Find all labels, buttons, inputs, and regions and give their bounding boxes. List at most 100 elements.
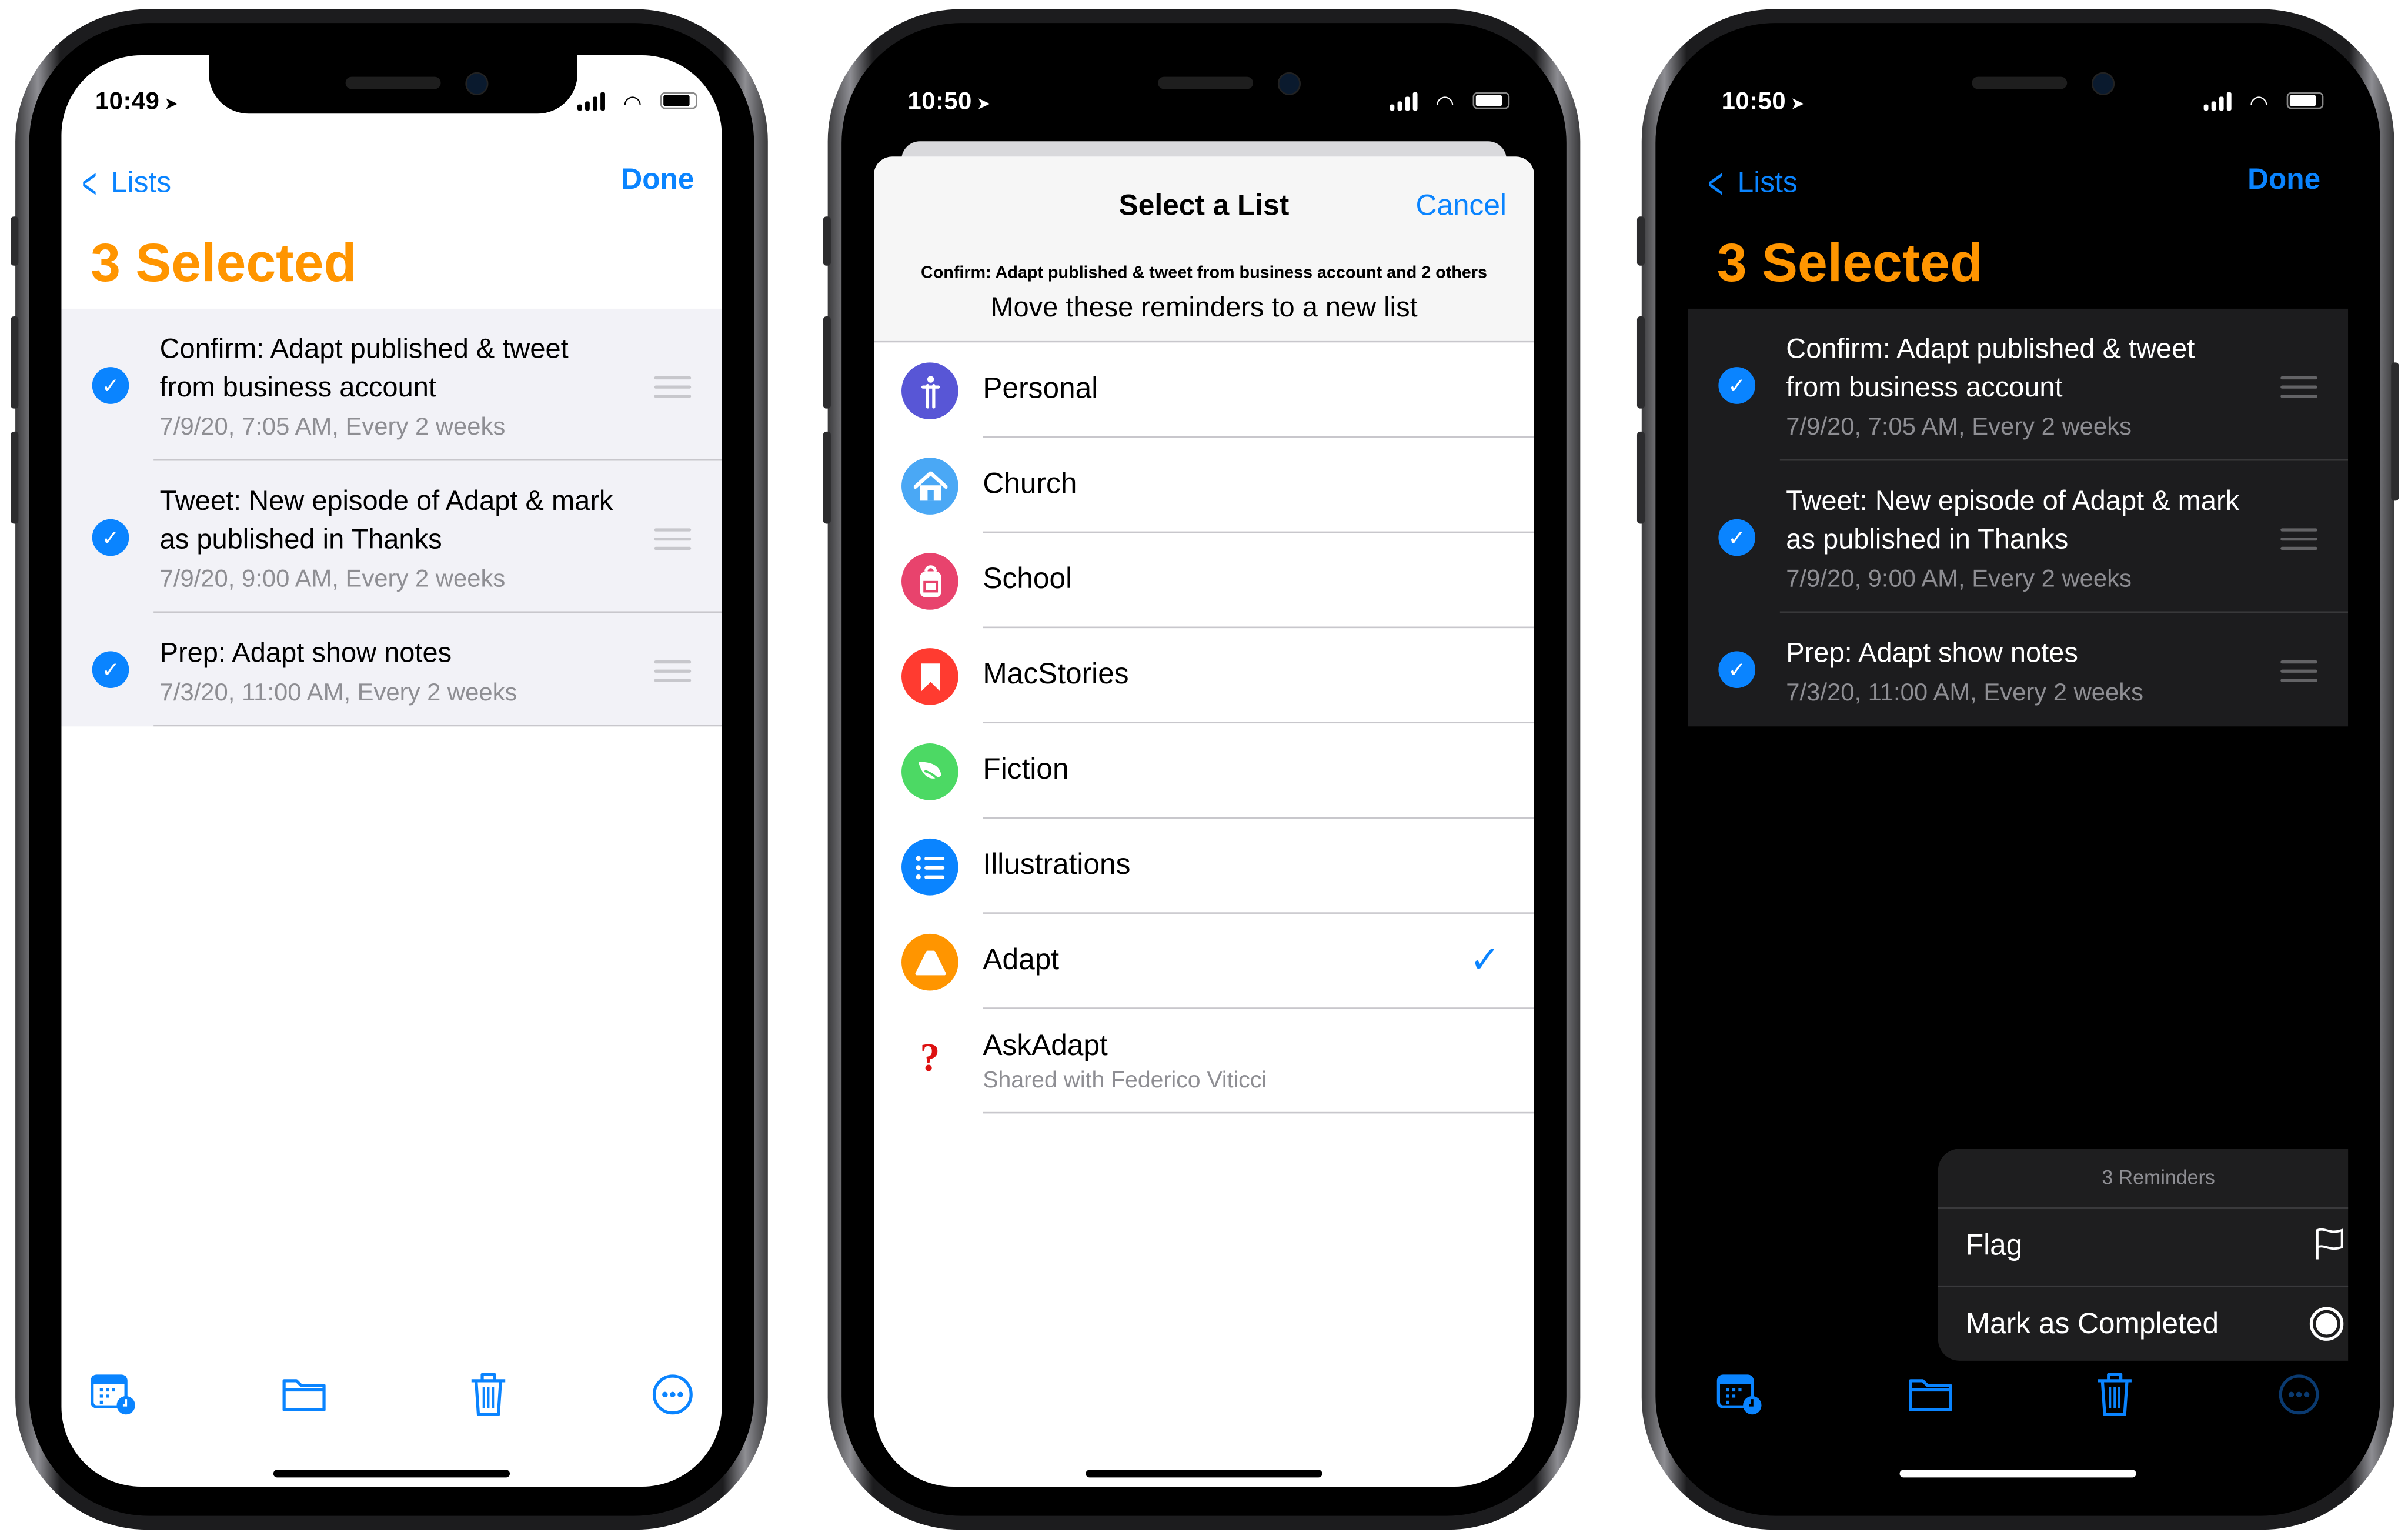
- drag-handle-icon[interactable]: [654, 376, 692, 404]
- mute-switch: [11, 216, 19, 266]
- list-item-school[interactable]: School: [874, 533, 1534, 629]
- location-icon: ➤: [976, 95, 991, 114]
- battery-icon: [2286, 92, 2324, 109]
- done-button[interactable]: Done: [2247, 164, 2320, 198]
- trash-icon[interactable]: [460, 1367, 516, 1422]
- volume-down-button: [1636, 431, 1645, 524]
- person-icon: [901, 362, 958, 419]
- page-title: 3 Selected: [91, 233, 357, 293]
- list-item-askadapt[interactable]: ? AskAdapt Shared with Federico Viticci: [874, 1009, 1534, 1114]
- checkmark-circle-icon[interactable]: ✓: [92, 367, 129, 404]
- reminder-row[interactable]: ✓ Prep: Adapt show notes 7/3/20, 11:00 AM…: [61, 613, 722, 727]
- reminder-list: ✓ Confirm: Adapt published & tweet from …: [1688, 308, 2349, 727]
- volume-up-button: [1636, 316, 1645, 409]
- drag-handle-icon[interactable]: [2280, 528, 2317, 556]
- status-time: 10:49 ➤: [95, 89, 179, 115]
- volume-up-button: [823, 316, 831, 409]
- chevron-left-icon: <: [1708, 159, 1724, 208]
- list-item-adapt[interactable]: Adapt ✓: [874, 914, 1534, 1009]
- list-item-church[interactable]: Church: [874, 438, 1534, 533]
- side-button: [2391, 362, 2399, 501]
- divider: [153, 725, 722, 727]
- drag-handle-icon[interactable]: [2280, 660, 2317, 688]
- list-item-fiction[interactable]: Fiction: [874, 723, 1534, 819]
- list-item-personal[interactable]: Personal: [874, 342, 1534, 438]
- menu-item-label: Mark as Completed: [1965, 1308, 2219, 1341]
- reminder-row[interactable]: ✓ Tweet: New episode of Adapt & mark as …: [1688, 460, 2349, 613]
- back-label: Lists: [1737, 167, 1798, 200]
- screen: 10:49 ➤ ◠ < Lists Done 3 Selected ✓ Confir…: [61, 55, 722, 1487]
- context-menu: 3 Reminders Flag Mark as Completed: [1938, 1149, 2349, 1361]
- checkmark-circle-icon[interactable]: ✓: [1718, 651, 1756, 688]
- flag-icon: [2315, 1227, 2345, 1269]
- checkmark-icon: ✓: [1469, 940, 1501, 982]
- ellipsis-circle-icon[interactable]: [2272, 1367, 2327, 1422]
- list-item-macstories[interactable]: MacStories: [874, 628, 1534, 724]
- checkmark-circle-icon[interactable]: ✓: [1718, 367, 1756, 404]
- reminder-row[interactable]: ✓ Prep: Adapt show notes 7/3/20, 11:00 AM…: [1688, 613, 2348, 726]
- volume-up-button: [11, 316, 19, 409]
- reminder-title: Confirm: Adapt published & tweet from bu…: [1786, 333, 2195, 403]
- status-time: 10:50 ➤: [1721, 89, 1805, 115]
- folder-icon[interactable]: [276, 1367, 332, 1422]
- toolbar: [1688, 1367, 2348, 1428]
- drag-handle-icon[interactable]: [654, 660, 692, 688]
- reminder-subtitle: 7/9/20, 7:05 AM, Every 2 weeks: [159, 415, 506, 441]
- list-item-illustrations[interactable]: Illustrations: [874, 819, 1534, 914]
- folder-icon[interactable]: [1903, 1367, 1958, 1422]
- completed-circle-icon: [2308, 1306, 2345, 1350]
- list-name: School: [983, 563, 1073, 596]
- list-name: Personal: [983, 373, 1098, 406]
- home-indicator[interactable]: [1899, 1470, 2136, 1478]
- location-icon: ➤: [1790, 95, 1805, 114]
- sheet-prompt: Move these reminders to a new list: [990, 292, 1418, 323]
- reminder-row[interactable]: ✓ Confirm: Adapt published & tweet from …: [1688, 309, 2349, 461]
- list-subtitle: Shared with Federico Viticci: [983, 1067, 1267, 1094]
- back-button[interactable]: < Lists: [77, 160, 171, 209]
- phone-dark: 10:50 ➤ ◠ < Lists Done 3 Selected ✓ Confir…: [1636, 9, 2399, 1530]
- reminder-title: Tweet: New episode of Adapt & mark as pu…: [159, 485, 613, 555]
- checkmark-circle-icon[interactable]: ✓: [92, 519, 129, 556]
- back-button[interactable]: < Lists: [1703, 159, 1798, 209]
- trash-icon[interactable]: [2087, 1367, 2142, 1422]
- wifi-icon: ◠: [2249, 91, 2269, 115]
- status-bar: 10:49 ➤ ◠: [61, 77, 722, 123]
- cellular-signal-icon: [577, 92, 605, 111]
- calendar-clock-icon[interactable]: [1712, 1367, 1768, 1422]
- checkmark-circle-icon[interactable]: ✓: [1718, 519, 1756, 556]
- divider: [983, 1111, 1534, 1114]
- done-button[interactable]: Done: [621, 164, 694, 198]
- home-indicator[interactable]: [273, 1470, 510, 1478]
- drag-handle-icon[interactable]: [2280, 376, 2317, 404]
- leaf-icon: [901, 743, 958, 800]
- backpack-icon: [901, 553, 958, 610]
- checkmark-circle-icon[interactable]: ✓: [92, 651, 129, 688]
- phone-sheet: 10:50 ➤ ◠ Select a List Cancel Confirm: A…: [823, 9, 1581, 1530]
- reminder-subtitle: 7/3/20, 11:00 AM, Every 2 weeks: [159, 680, 517, 707]
- bookmark-icon: [901, 648, 958, 705]
- ellipsis-circle-icon[interactable]: [645, 1367, 700, 1422]
- house-icon: [901, 458, 958, 515]
- list-name: Illustrations: [983, 849, 1131, 882]
- menu-item-mark-completed[interactable]: Mark as Completed: [1938, 1287, 2348, 1361]
- question-mark-icon: ?: [920, 1034, 940, 1079]
- menu-item-flag[interactable]: Flag: [1938, 1209, 2349, 1287]
- menu-header: 3 Reminders: [1938, 1149, 2349, 1209]
- screen: 10:50 ➤ ◠ < Lists Done 3 Selected ✓ Confir…: [1688, 55, 2349, 1487]
- home-indicator[interactable]: [1086, 1470, 1322, 1478]
- wifi-icon: ◠: [623, 91, 642, 115]
- reminder-row[interactable]: ✓ Tweet: New episode of Adapt & mark as …: [61, 460, 722, 613]
- reminder-summary: Confirm: Adapt published & tweet from bu…: [920, 264, 1488, 283]
- triangle-icon: [901, 933, 958, 991]
- mute-switch: [823, 216, 831, 266]
- mute-switch: [1636, 216, 1645, 266]
- cancel-button[interactable]: Cancel: [1415, 191, 1506, 224]
- drag-handle-icon[interactable]: [654, 528, 692, 556]
- chevron-left-icon: <: [82, 159, 97, 208]
- reminder-subtitle: 7/3/20, 11:00 AM, Every 2 weeks: [1786, 680, 2144, 707]
- list-picker: Personal Church School MacStories Fictio…: [874, 342, 1534, 1114]
- back-label: Lists: [111, 167, 172, 200]
- reminder-row[interactable]: ✓ Confirm: Adapt published & tweet from …: [61, 309, 722, 461]
- battery-icon: [660, 92, 697, 109]
- calendar-clock-icon[interactable]: [86, 1367, 141, 1422]
